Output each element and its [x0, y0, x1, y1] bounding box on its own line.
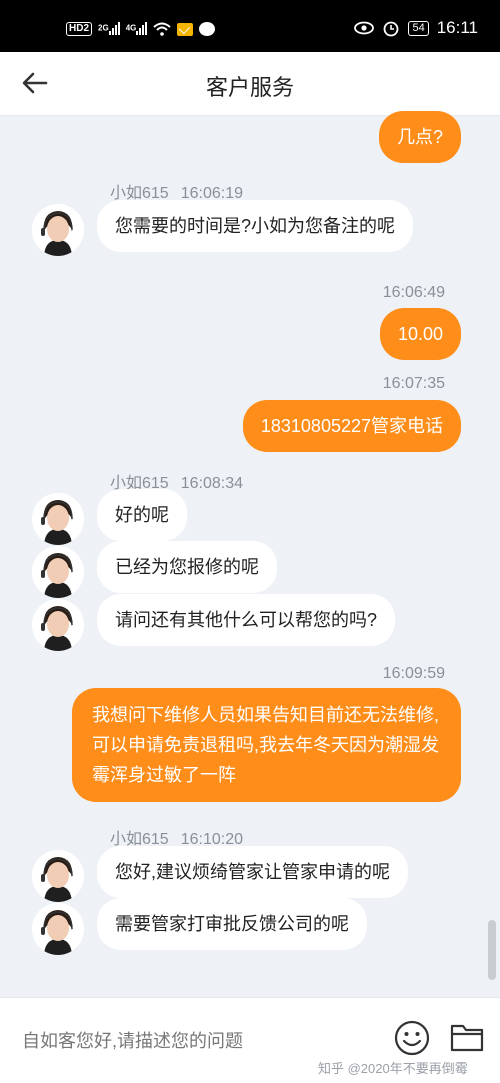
message-input[interactable] [22, 1026, 362, 1056]
status-left: HD2 2G 4G [66, 18, 216, 40]
agent-avatar [32, 493, 84, 545]
status-time: 16:11 [436, 18, 478, 37]
agent-avatar-icon [32, 599, 84, 651]
user-message: 10.00 [379, 308, 461, 360]
user-message: 几点? [378, 111, 461, 163]
agent-avatar [32, 204, 84, 256]
status-bar: HD2 2G 4G 54 16:11 [0, 0, 500, 52]
watermark: 知乎 @2020年不要再倒霉 [318, 1061, 468, 1076]
signal-2g: 2G [98, 21, 120, 38]
agent-avatar-icon [32, 546, 84, 598]
agent-message: 您需要的时间是?小如为您备注的呢 [97, 200, 414, 252]
eye-icon [354, 21, 375, 35]
message-icon [199, 22, 216, 36]
signal-4g: 4G [126, 21, 148, 38]
agent-message: 好的呢 [97, 489, 187, 541]
message-time: 16:08:34 [180, 475, 243, 492]
battery-indicator: 54 [408, 20, 429, 36]
agent-avatar-icon [32, 903, 84, 955]
agent-message: 您好,建议烦绮管家让管家申请的呢 [97, 846, 408, 898]
signal-icon [108, 21, 120, 35]
message-time: 16:06:49 [382, 284, 445, 301]
hd-indicator: HD2 [66, 22, 93, 36]
input-bar: 知乎 @2020年不要再倒霉 [0, 997, 500, 1083]
agent-message: 已经为您报修的呢 [97, 541, 277, 593]
message-time: 16:09:59 [382, 665, 445, 682]
signal-icon [136, 21, 148, 35]
agent-avatar [32, 903, 84, 955]
status-right: 54 16:11 [354, 16, 478, 40]
agent-avatar [32, 546, 84, 598]
agent-avatar [32, 850, 84, 902]
page-title: 客户服务 [205, 75, 294, 100]
mail-icon [177, 22, 194, 36]
user-message: 18310805227管家电话 [242, 400, 461, 452]
hd-sub: 2 [83, 23, 90, 34]
user-message: 我想问下维修人员如果告知目前还无法维修,可以申请免责退租吗,我去年冬天因为潮湿发… [72, 688, 461, 802]
agent-avatar-icon [32, 204, 84, 256]
agent-avatar-icon [32, 850, 84, 902]
chat-area[interactable]: 几点? 小如615 16:06:19 您需要的时间是?小如为您备注的呢 16:06… [0, 111, 500, 997]
emoji-icon[interactable] [394, 1020, 430, 1056]
chat-scrollbar[interactable] [488, 920, 496, 980]
agent-message: 需要管家打审批反馈公司的呢 [97, 898, 367, 950]
alarm-icon [384, 21, 399, 37]
agent-message: 请问还有其他什么可以帮您的吗? [97, 594, 396, 646]
agent-avatar [32, 599, 84, 651]
hd-label: HD [69, 23, 84, 34]
wifi-icon [153, 22, 172, 36]
net-2g-label: 2G [98, 22, 109, 32]
message-time: 16:07:35 [382, 375, 445, 392]
net-4g-label: 4G [125, 22, 137, 32]
folder-icon[interactable] [449, 1020, 485, 1054]
app-header: 客户服务 [0, 52, 500, 116]
agent-avatar-icon [32, 493, 84, 545]
